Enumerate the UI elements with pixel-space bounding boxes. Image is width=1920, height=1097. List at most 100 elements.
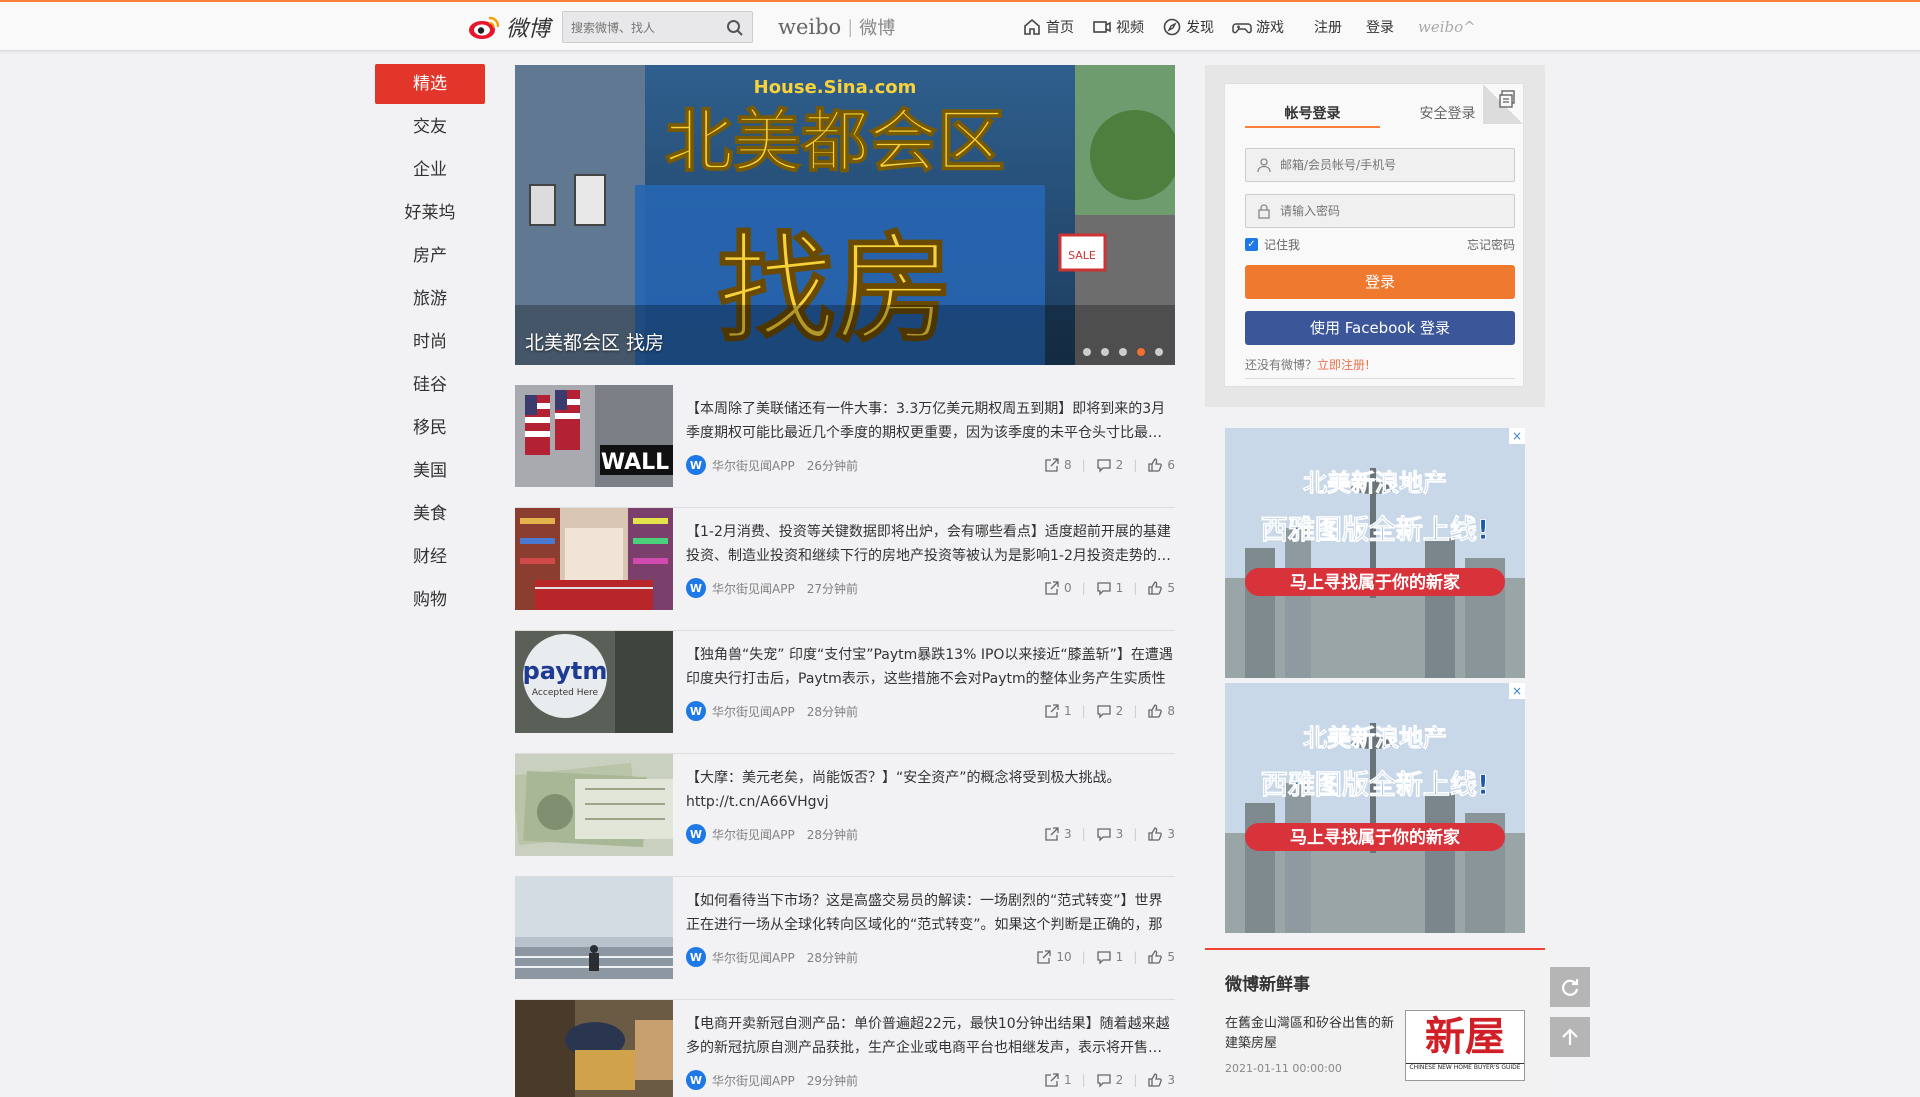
username-input[interactable] [1280, 158, 1500, 172]
password-field[interactable] [1245, 194, 1515, 228]
hero-caption[interactable]: 北美都会区 找房 [525, 328, 664, 355]
wall-street-thumbnail[interactable]: WALL [515, 385, 673, 487]
comment-button[interactable]: 1 [1096, 949, 1123, 965]
feed-item[interactable]: WALL 【本周除了美联储还有一件大事：3.3万亿美元期权周五到期】即将到来的3… [515, 385, 1175, 508]
channel-shopping[interactable]: 购物 [375, 580, 485, 620]
man-in-fog-thumbnail[interactable] [515, 877, 673, 979]
source-avatar-icon[interactable]: W [686, 455, 706, 475]
carousel-dot[interactable] [1083, 348, 1091, 356]
carousel-dot[interactable] [1155, 348, 1163, 356]
feed-item-source[interactable]: 华尔街见闻APP [712, 826, 795, 843]
ad-banner[interactable]: 北美新浪地产 西雅图版全新上线! 马上寻找属于你的新家 × [1225, 428, 1525, 678]
channel-dating[interactable]: 交友 [375, 107, 485, 147]
like-button[interactable]: 3 [1147, 826, 1175, 842]
share-button[interactable]: 3 [1044, 826, 1072, 842]
remember-checkbox[interactable]: ✓ [1245, 238, 1258, 251]
channel-immigration[interactable]: 移民 [375, 408, 485, 448]
ad-close-button[interactable]: × [1509, 683, 1525, 699]
search-icon[interactable] [726, 19, 744, 37]
search-input[interactable] [571, 18, 721, 38]
weibo-wordmark[interactable]: weibo^ [1418, 18, 1476, 36]
comment-button[interactable]: 2 [1096, 703, 1123, 719]
nav-games[interactable]: 游戏 [1232, 17, 1284, 37]
comment-button[interactable]: 2 [1096, 1072, 1123, 1088]
share-button[interactable]: 1 [1044, 1072, 1072, 1088]
dollars-thumbnail[interactable] [515, 754, 673, 856]
channel-food[interactable]: 美食 [375, 494, 485, 534]
shopping-cart-thumbnail[interactable] [515, 508, 673, 610]
feed-item-text[interactable]: 【如何看待当下市场？这是高盛交易员的解读：一场剧烈的“范式转变”】世界正在进行一… [686, 889, 1175, 939]
nav-discover[interactable]: 发现 [1162, 17, 1214, 37]
test-kit-thumbnail[interactable] [515, 1000, 673, 1097]
channel-fashion[interactable]: 时尚 [375, 322, 485, 362]
feed-item-source[interactable]: 华尔街见闻APP [712, 580, 795, 597]
source-avatar-icon[interactable]: W [686, 824, 706, 844]
fresh-news-image[interactable]: 新屋 CHINESE NEW HOME BUYER'S GUIDE [1405, 1010, 1525, 1081]
comment-button[interactable]: 2 [1096, 457, 1123, 473]
feed-item-text[interactable]: 【1-2月消费、投资等关键数据即将出炉，会有哪些看点】适度超前开展的基建投资、制… [686, 520, 1175, 568]
feed-item-source[interactable]: 华尔街见闻APP [712, 457, 795, 474]
share-button[interactable]: 1 [1044, 703, 1072, 719]
forgot-password-link[interactable]: 忘记密码 [1467, 236, 1515, 253]
tab-account-login[interactable]: 帐号登录 [1245, 100, 1380, 128]
tab-secure-login[interactable]: 安全登录 [1380, 100, 1515, 128]
password-input[interactable] [1280, 204, 1500, 218]
like-button[interactable]: 3 [1147, 1072, 1175, 1088]
channel-travel[interactable]: 旅游 [375, 279, 485, 319]
comment-button[interactable]: 1 [1096, 580, 1123, 596]
paytm-thumbnail[interactable]: paytm Accepted Here [515, 631, 673, 733]
fresh-news-text[interactable]: 在舊金山灣區和矽谷出售的新建築房屋 [1225, 1014, 1400, 1054]
channel-featured[interactable]: 精选 [375, 64, 485, 104]
source-avatar-icon[interactable]: W [686, 578, 706, 598]
channel-business[interactable]: 企业 [375, 150, 485, 190]
feed-item[interactable]: 【1-2月消费、投资等关键数据即将出炉，会有哪些看点】适度超前开展的基建投资、制… [515, 508, 1175, 631]
nav-video[interactable]: 视频 [1092, 17, 1144, 37]
comment-button[interactable]: 3 [1096, 826, 1123, 842]
feed-item[interactable]: paytm Accepted Here 【独角兽“失宠” 印度“支付宝”Payt… [515, 631, 1175, 754]
source-avatar-icon[interactable]: W [686, 1070, 706, 1090]
feed-item[interactable]: 【大摩：美元老矣，尚能饭否？】“安全资产”的概念将受到极大挑战。http://t… [515, 754, 1175, 877]
refresh-button[interactable] [1550, 967, 1590, 1007]
share-button[interactable]: 8 [1044, 457, 1072, 473]
like-button[interactable]: 5 [1147, 949, 1175, 965]
nav-home[interactable]: 首页 [1022, 17, 1074, 37]
weibo-logo[interactable]: 微博 [468, 11, 550, 43]
feed-item-source[interactable]: 华尔街见闻APP [712, 949, 795, 966]
channel-hollywood[interactable]: 好莱坞 [375, 193, 485, 233]
channel-silicon-valley[interactable]: 硅谷 [375, 365, 485, 405]
feed-item-source[interactable]: 华尔街见闻APP [712, 1072, 795, 1089]
refresh-icon [1562, 979, 1579, 996]
search-box[interactable] [562, 11, 753, 43]
register-now-link[interactable]: 立即注册! [1317, 358, 1370, 372]
share-button[interactable]: 0 [1044, 580, 1072, 596]
facebook-login-button[interactable]: 使用 Facebook 登录 [1245, 311, 1515, 345]
share-button[interactable]: 10 [1036, 949, 1072, 965]
like-button[interactable]: 8 [1147, 703, 1175, 719]
feed-item[interactable]: 【如何看待当下市场？这是高盛交易员的解读：一场剧烈的“范式转变”】世界正在进行一… [515, 877, 1175, 1000]
register-link[interactable]: 注册 [1314, 17, 1342, 37]
feed-item-text[interactable]: 【电商开卖新冠自测产品：单价普遍超22元，最快10分钟出结果】随着越来越多的新冠… [686, 1012, 1175, 1060]
carousel-dot[interactable] [1101, 348, 1109, 356]
carousel-dot[interactable] [1119, 348, 1127, 356]
channel-usa[interactable]: 美国 [375, 451, 485, 491]
like-button[interactable]: 5 [1147, 580, 1175, 596]
source-avatar-icon[interactable]: W [686, 701, 706, 721]
ad-close-button[interactable]: × [1509, 428, 1525, 444]
feed-item-text[interactable]: 【独角兽“失宠” 印度“支付宝”Paytm暴跌13% IPO以来接近“膝盖斩”】… [686, 643, 1175, 693]
feed-item-source[interactable]: 华尔街见闻APP [712, 703, 795, 720]
feed-item[interactable]: 【电商开卖新冠自测产品：单价普遍超22元，最快10分钟出结果】随着越来越多的新冠… [515, 1000, 1175, 1097]
carousel-dot-active[interactable] [1137, 348, 1145, 356]
remember-label[interactable]: 记住我 [1264, 236, 1300, 253]
username-field[interactable] [1245, 148, 1515, 182]
back-to-top-button[interactable] [1550, 1017, 1590, 1057]
channel-real-estate[interactable]: 房产 [375, 236, 485, 276]
feed-item-text[interactable]: 【大摩：美元老矣，尚能饭否？】“安全资产”的概念将受到极大挑战。http://t… [686, 766, 1175, 814]
hero-carousel[interactable]: SALE House.Sina.com 北美都会区 找房 北美都会区 找房 [515, 65, 1175, 365]
channel-finance[interactable]: 财经 [375, 537, 485, 577]
login-button[interactable]: 登录 [1245, 265, 1515, 299]
like-button[interactable]: 6 [1147, 457, 1175, 473]
login-link[interactable]: 登录 [1366, 17, 1394, 37]
feed-item-text[interactable]: 【本周除了美联储还有一件大事：3.3万亿美元期权周五到期】即将到来的3月季度期权… [686, 397, 1175, 445]
ad-banner[interactable]: 北美新浪地产 西雅图版全新上线! 马上寻找属于你的新家 × [1225, 683, 1525, 933]
source-avatar-icon[interactable]: W [686, 947, 706, 967]
